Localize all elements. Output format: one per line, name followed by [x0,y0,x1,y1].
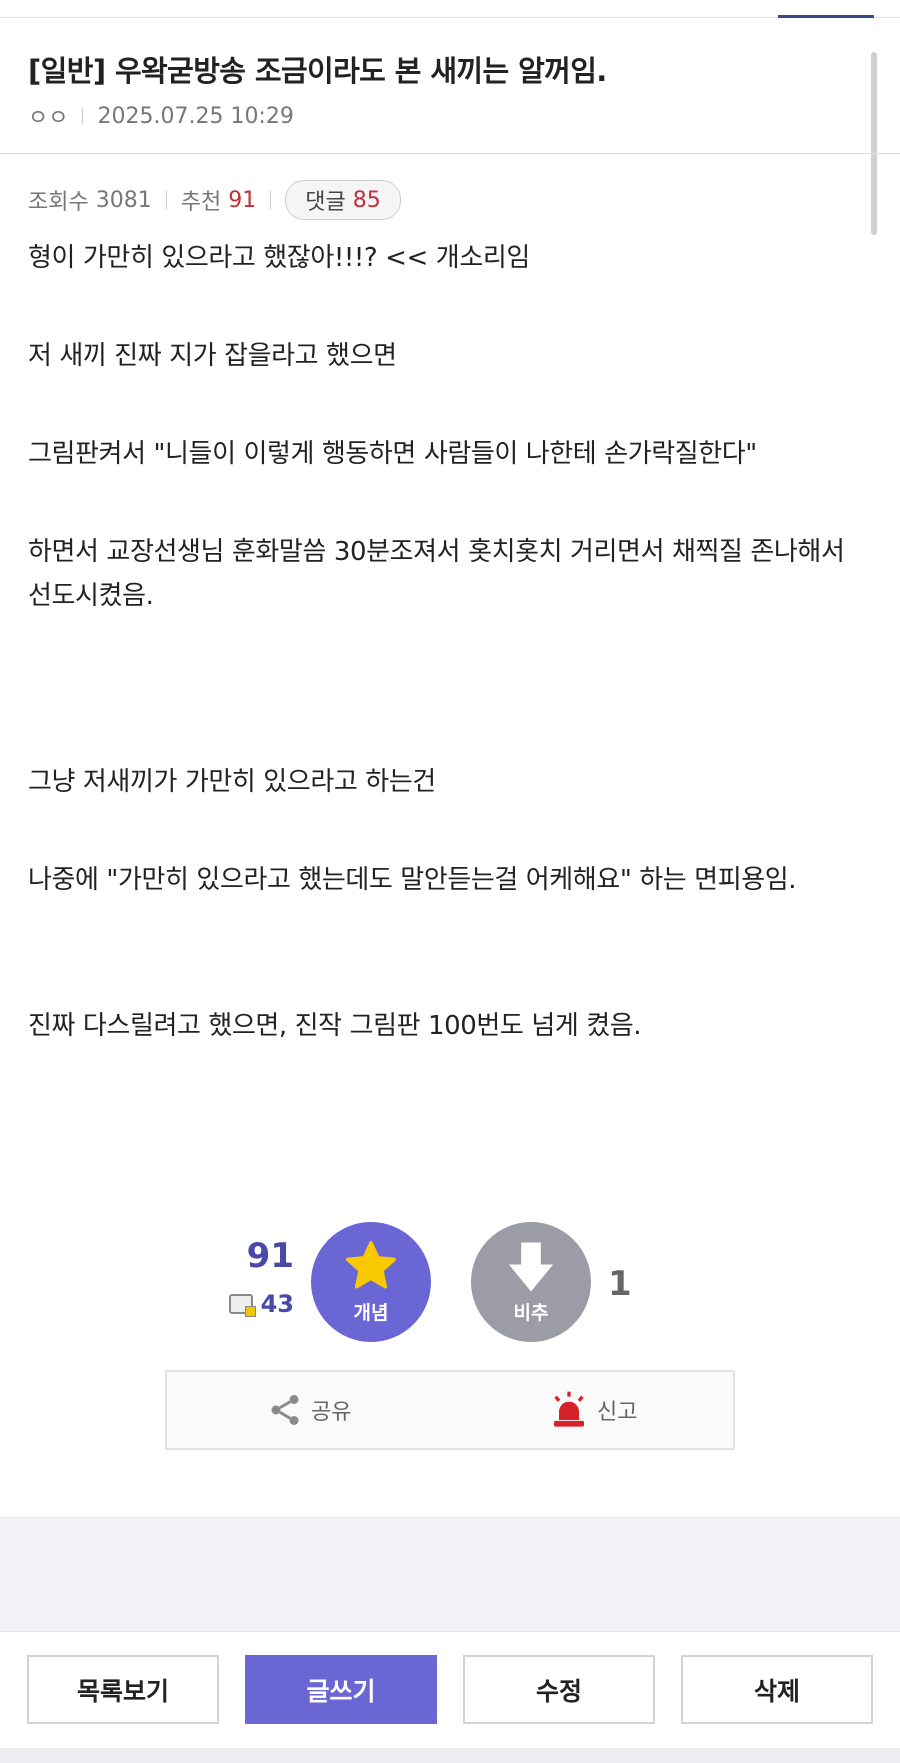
body-paragraph: 그림판켜서 "니들이 이렇게 행동하면 사람들이 나한테 손가락질한다" [28,439,757,469]
downvote-label: 비추 [513,1301,549,1324]
bottom-edge [0,1748,900,1763]
body-paragraph: 진짜 다스릴려고 했으면, 진작 그림판 100번도 넘게 켰음. [28,1011,642,1041]
fixed-user-count: 43 [260,1290,294,1318]
stats-divider [270,191,272,209]
fixed-user-icon [228,1294,256,1317]
post-header: [일반] 우왁굳방송 조금이라도 본 새끼는 알꺼임. ㅇㅇ 2025.07.2… [0,18,900,154]
downvote-count: 1 [608,1264,632,1304]
author-name[interactable]: ㅇㅇ [28,100,68,132]
bottom-action-bar: 목록보기 글쓰기 수정 삭제 [0,1632,900,1763]
comments-button[interactable]: 댓글 85 [285,180,401,220]
spacer-band [0,1517,900,1632]
star-icon [346,1240,396,1288]
stats-divider [165,191,167,209]
body-paragraph: 저 새끼 진짜 지가 잡을라고 했으면 [28,341,397,371]
siren-icon [554,1391,584,1427]
meta-divider [82,108,84,124]
views-label: 조회수 [28,190,89,215]
views-count: 3081 [95,187,152,213]
post-title: [일반] 우왁굳방송 조금이라도 본 새끼는 알꺼임. [28,54,607,88]
share-report-box: 공유 신고 [165,1370,735,1450]
vote-area: 91 43 개념 비추 1 [0,1222,900,1342]
body-paragraph: 형이 가만히 있으라고 했잖아!!!? << 개소리임 [28,243,530,273]
share-button[interactable]: 공유 [267,1372,351,1448]
recommend-label: 추천 [180,190,222,215]
upvote-label: 개념 [353,1301,389,1324]
report-label: 신고 [597,1400,638,1425]
fixed-user-vote: 43 [228,1290,294,1318]
body-paragraph: 그냥 저새끼가 가만히 있으라고 하는건 [28,767,436,797]
write-button[interactable]: 글쓰기 [245,1655,437,1724]
report-button[interactable]: 신고 [549,1372,637,1448]
arrow-down-icon [508,1241,554,1292]
recommend-count: 91 [228,187,257,213]
list-button[interactable]: 목록보기 [27,1655,219,1724]
post-date: 2025.07.25 10:29 [97,103,294,129]
post-meta: ㅇㅇ 2025.07.25 10:29 [28,100,294,132]
comments-label: 댓글 [305,190,346,215]
body-paragraph: 하면서 교장선생님 훈화말씀 30분조져서 홋치홋치 거리면서 채찍질 존나해서… [28,537,845,611]
comments-count: 85 [352,187,381,213]
share-label: 공유 [311,1400,352,1425]
body-paragraph: 나중에 "가만히 있으라고 했는데도 말안듣는걸 어케해요" 하는 면피용임. [28,865,797,895]
downvote-button[interactable]: 비추 [471,1222,591,1342]
share-icon [271,1395,299,1425]
edit-button[interactable]: 수정 [463,1655,655,1724]
upvote-count: 91 [246,1236,294,1276]
top-strip [0,0,900,18]
delete-button[interactable]: 삭제 [681,1655,873,1724]
upvote-button[interactable]: 개념 [311,1222,431,1342]
post-stats: 조회수 3081 추천 91 댓글 85 [28,180,401,220]
